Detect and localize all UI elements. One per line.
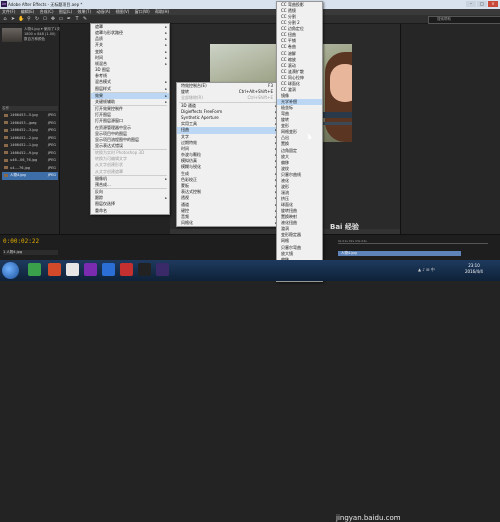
- file-item[interactable]: 1466452...1.jpg JPEG: [2, 142, 58, 150]
- rotate-tool-icon[interactable]: ↻: [34, 16, 40, 22]
- maximize-button[interactable]: □: [477, 1, 487, 7]
- after-effects-app-icon: Ae: [1, 1, 7, 7]
- timeline-layer-row[interactable]: 1 人物4.jpg: [3, 250, 58, 255]
- layer-duration-bar[interactable]: 人物4.jpg: [338, 251, 461, 256]
- file-list-header: 名称: [2, 106, 58, 111]
- menu-item-layer-styles[interactable]: 图层样式 ▸: [91, 86, 169, 92]
- menu-item-remove-all: 全部移除(R) Ctrl+Shift+E: [181, 95, 273, 101]
- start-button-icon[interactable]: [2, 262, 19, 279]
- jpeg-file-icon: [4, 113, 8, 117]
- file-item[interactable]: 1466452...2.jpg JPEG: [2, 135, 58, 143]
- tool-bar: ⌂ ➤ ✋ ⚲ ↻ ⎔ ✥ ▭ ✒ T ✎ 搜索帮助: [0, 15, 500, 24]
- project-panel: 人物4.jpg ▾ 使用了1次 1800 x 848 (1.00) 数百万种颜色…: [0, 24, 60, 234]
- file-item[interactable]: u4-...76.jpg JPEG: [2, 165, 58, 173]
- pan-tool-icon[interactable]: ✥: [50, 16, 56, 22]
- timeline-panel: 0:00:02:22 1 人物4.jpg 0s 01s 02s 03s 04s …: [0, 234, 500, 260]
- effect-submenu: 特效控制台(E) F3 旋转 Ctrl+Alt+Shift+E 全部移除(R) Ctr…: [176, 82, 280, 228]
- file-item-selected[interactable]: 人物4.jpg JPEG: [2, 172, 58, 180]
- baidu-watermark-logo: Bai 经验: [330, 223, 359, 231]
- system-tray[interactable]: ▲ ♪ ⊞ 中: [418, 267, 435, 273]
- text-tool-icon[interactable]: T: [74, 16, 80, 22]
- file-item[interactable]: 1466453...jpeg JPEG: [2, 120, 58, 128]
- close-button[interactable]: ×: [488, 1, 498, 7]
- brush-tool-icon[interactable]: ✎: [82, 16, 88, 22]
- search-help-input[interactable]: 搜索帮助: [428, 16, 500, 24]
- time-ruler[interactable]: 0s 01s 02s 03s 04s: [338, 239, 488, 244]
- menu-item-show-expression-errors[interactable]: 显示表达式错误: [91, 143, 169, 149]
- taskbar-clock[interactable]: 23:10 2016/4/4: [454, 263, 494, 275]
- menu-item-masks-from-text: 从文字创建遮罩: [95, 168, 123, 174]
- file-list: 1466453...5.jpg JPEG 1466453...jpeg JPEG 1…: [2, 112, 58, 180]
- app-icon-5[interactable]: [102, 263, 115, 276]
- menu-item-stylize[interactable]: 风格化▸: [177, 220, 279, 226]
- jpeg-file-icon: [4, 143, 8, 147]
- file-item[interactable]: u46...06_76.jpg JPEG: [2, 157, 58, 165]
- current-timecode[interactable]: 0:00:02:22: [3, 238, 39, 245]
- jpeg-file-icon: [4, 158, 8, 162]
- jpeg-file-icon: [4, 173, 8, 177]
- window-title: Adobe After Effects - 无标题项目.aep *: [8, 2, 83, 7]
- menu-item-precompose[interactable]: 预合成...: [91, 182, 169, 188]
- app-icon-2[interactable]: [48, 263, 61, 276]
- app-icon-6[interactable]: [120, 263, 133, 276]
- jpeg-file-icon: [4, 136, 8, 139]
- clock-date: 2016/4/4: [465, 269, 483, 274]
- layer-context-menu: 遮罩 ▸ 遮罩与形状路径 ▸ 品质 ▸ 开关 ▸ 变换 ▸ 时间 ▸ 帧混合 ▸ 3D 图层 …: [90, 23, 170, 215]
- home-icon[interactable]: ⌂: [2, 16, 8, 22]
- baidu-watermark-url: jingyan.baidu.com: [336, 514, 401, 522]
- menu-item-keyframe-assistant[interactable]: 关键帧辅助 ▸: [91, 99, 169, 105]
- app-icon-7[interactable]: [138, 263, 151, 276]
- camera-tool-icon[interactable]: ⎔: [42, 16, 48, 22]
- selection-tool-icon[interactable]: ➤: [10, 16, 16, 22]
- file-item[interactable]: 1466452...3.jpg JPEG: [2, 127, 58, 135]
- after-effects-taskbar-icon[interactable]: [156, 263, 169, 276]
- project-thumbnail: [2, 28, 22, 42]
- minimize-button[interactable]: –: [466, 1, 476, 7]
- menu-item-rename[interactable]: 重命名: [91, 208, 169, 214]
- info-panel: [400, 24, 500, 234]
- app-icon-3[interactable]: [66, 263, 79, 276]
- title-bar: Ae Adobe After Effects - 无标题项目.aep * – □…: [0, 0, 500, 9]
- app-icon-4[interactable]: [84, 263, 97, 276]
- rectangle-tool-icon[interactable]: ▭: [58, 16, 64, 22]
- app-icon-1[interactable]: [28, 263, 41, 276]
- jpeg-file-icon: [4, 166, 8, 169]
- jpeg-file-icon: [4, 128, 8, 132]
- taskbar: jingyan.baidu.com ▲ ♪ ⊞ 中 23:10 2016/4/4: [0, 260, 500, 522]
- pen-tool-icon[interactable]: ✒: [66, 16, 72, 22]
- jpeg-file-icon: [4, 151, 8, 154]
- hand-tool-icon[interactable]: ✋: [18, 16, 24, 22]
- item-color-info: 数百万种颜色: [24, 37, 45, 41]
- zoom-tool-icon[interactable]: ⚲: [26, 16, 32, 22]
- distort-submenu: CC 弯曲投影 CC 透镜 CC 分割 CC 分割 2 CC 边角定位 CC 扭…: [276, 1, 323, 282]
- project-item-info: 人物4.jpg ▾ 使用了1次 1800 x 848 (1.00) 数百万种颜色: [24, 27, 60, 42]
- file-item[interactable]: 1466453...5.jpg JPEG: [2, 112, 58, 120]
- file-item[interactable]: 1466452...9.jpg JPEG: [2, 150, 58, 158]
- jpeg-file-icon: [4, 121, 8, 124]
